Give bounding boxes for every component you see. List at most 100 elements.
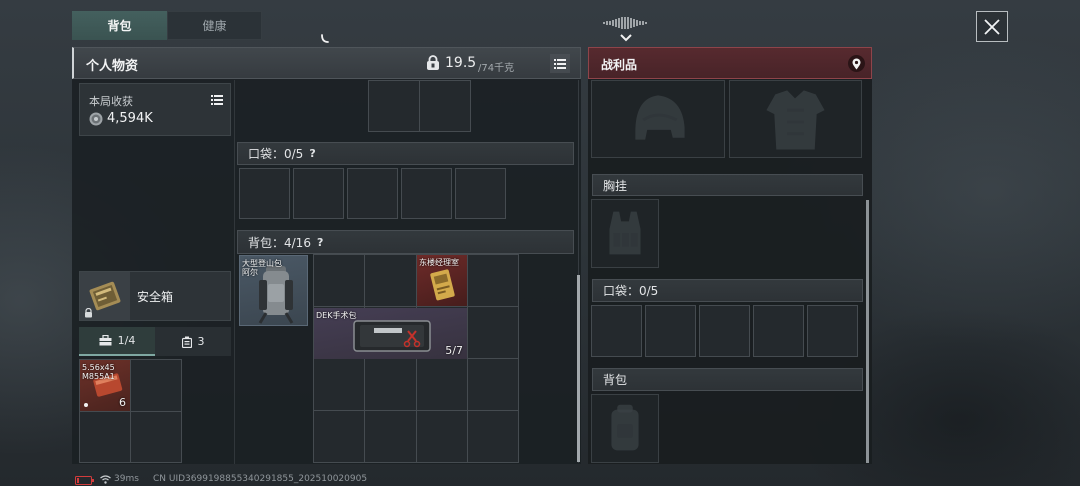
location-pin-icon — [852, 58, 861, 69]
weight-current: 19.5 — [445, 55, 477, 71]
safe-box-thumb — [80, 272, 130, 320]
grid-cell[interactable] — [314, 411, 365, 462]
personal-header: 个人物资 19.5 /74千克 — [72, 47, 581, 79]
loot-backpack-slot[interactable] — [591, 394, 659, 463]
loot-pocket-slot[interactable] — [591, 305, 642, 357]
tab-health-label: 健康 — [202, 19, 227, 33]
help-icon[interactable]: ? — [309, 147, 315, 160]
ping-text: 39ms — [114, 474, 139, 484]
grid-cell[interactable] — [467, 307, 518, 358]
grid-cell[interactable] — [467, 359, 518, 410]
backpack-label: 背包：4/16 — [248, 235, 311, 250]
pocket-slot[interactable] — [401, 168, 452, 219]
grid-cell[interactable] — [314, 255, 365, 306]
ammo-name-line1: 5.56x45 — [82, 363, 115, 372]
loot-pocket-slot[interactable] — [645, 305, 696, 357]
harvest-value: 4,594K — [107, 111, 153, 126]
lock-icon — [85, 308, 92, 318]
backpack-name-line2: 阿尔 — [242, 268, 258, 277]
grid-cell[interactable] — [131, 360, 181, 411]
close-icon — [984, 18, 1000, 35]
harvest-list-button[interactable] — [207, 91, 226, 109]
surgical-kit-count: 5/7 — [445, 344, 463, 357]
chest-rig-header: 胸挂 — [592, 174, 863, 196]
loot-pockets-label: 口袋：0/5 — [603, 284, 659, 298]
surgical-kit-item[interactable]: DEK手术包 5/7 — [314, 308, 467, 359]
vest-grid — [368, 80, 471, 132]
grid-cell[interactable] — [80, 411, 130, 462]
pocket-slot[interactable] — [239, 168, 290, 219]
personal-list-button[interactable] — [550, 54, 570, 73]
weight-max: /74千克 — [478, 63, 515, 74]
loot-backpack-header: 背包 — [592, 368, 863, 391]
safe-box-card[interactable]: 安全箱 — [79, 271, 231, 321]
pocket-slot[interactable] — [455, 168, 506, 219]
list-icon — [554, 58, 566, 69]
loot-pockets-header: 口袋：0/5 — [592, 279, 863, 302]
keycard-item[interactable]: 东楼经理室 — [417, 255, 467, 306]
grid-cell[interactable] — [365, 255, 416, 306]
chest-rig-label: 胸挂 — [603, 178, 628, 193]
tab-health[interactable]: 健康 — [167, 11, 262, 40]
helmet-slot[interactable] — [591, 80, 725, 158]
surgical-kit-name: DEK手术包 — [316, 311, 357, 320]
harvest-card: 本局收获 4,594K — [79, 83, 231, 136]
loot-header: 战利品 — [588, 47, 872, 79]
backpack-header: 背包：4/16 ? — [237, 230, 574, 254]
inventory-scrollbar[interactable] — [577, 275, 580, 462]
grid-cell[interactable] — [365, 359, 416, 410]
wifi-icon — [100, 475, 111, 484]
loot-title: 战利品 — [601, 58, 638, 72]
grid-cell[interactable] — [416, 359, 467, 410]
grid-cell[interactable] — [314, 359, 365, 410]
safe-tab-containers[interactable]: 3 — [155, 327, 231, 356]
ammo-item[interactable]: 5.56x45 M855A1 6 — [80, 360, 130, 411]
loot-pocket-slot[interactable] — [753, 305, 804, 357]
safe-tab-items[interactable]: 1/4 — [79, 327, 155, 356]
backpack-name-line1: 大型登山包 — [242, 259, 282, 268]
loot-location-button[interactable] — [848, 55, 865, 72]
help-icon[interactable]: ? — [317, 236, 323, 249]
column-divider — [234, 80, 235, 464]
safe-box-label: 安全箱 — [137, 290, 174, 304]
harvest-label: 本局收获 — [89, 95, 133, 108]
personal-title: 个人物资 — [86, 59, 139, 74]
ammo-count: 6 — [119, 396, 126, 409]
loot-pocket-slot[interactable] — [699, 305, 750, 357]
helmet-icon — [635, 95, 685, 140]
grid-cell[interactable] — [369, 81, 419, 131]
grid-cell[interactable] — [416, 411, 467, 462]
grid-cell[interactable] — [131, 411, 181, 462]
coin-icon — [89, 112, 103, 126]
grid-cell[interactable] — [420, 81, 470, 131]
new-item-dot — [84, 403, 88, 407]
keycard-name: 东楼经理室 — [419, 258, 459, 267]
grid-cell[interactable] — [467, 411, 518, 462]
loot-scrollbar[interactable] — [866, 200, 869, 463]
safe-tab-items-label: 1/4 — [117, 334, 136, 347]
grid-cell[interactable] — [467, 255, 518, 306]
briefcase-icon — [99, 335, 112, 346]
container-icon — [181, 336, 192, 348]
pocket-slot[interactable] — [293, 168, 344, 219]
ammo-name-line2: M855A1 — [82, 372, 115, 381]
weight-icon — [427, 55, 439, 70]
list-icon — [210, 95, 223, 105]
chest-rig-slot[interactable] — [591, 199, 659, 268]
tab-backpack[interactable]: 背包 — [72, 11, 167, 40]
pockets-label: 口袋：0/5 — [248, 147, 304, 161]
backpack-equipped-item[interactable]: 大型登山包 阿尔 — [239, 255, 308, 326]
armor-slot[interactable] — [729, 80, 862, 158]
grid-cell[interactable] — [365, 411, 416, 462]
chevron-down-icon[interactable] — [619, 34, 633, 42]
backpack-icon — [611, 404, 639, 451]
loot-pocket-slot[interactable] — [807, 305, 858, 357]
battery-icon — [75, 476, 94, 485]
hook-icon — [321, 34, 329, 43]
close-button[interactable] — [976, 11, 1008, 42]
tab-backpack-label: 背包 — [107, 19, 132, 33]
pocket-slot[interactable] — [347, 168, 398, 219]
chest-rig-icon — [609, 211, 641, 255]
signal-icon[interactable] — [602, 16, 650, 30]
loot-backpack-label: 背包 — [603, 373, 628, 387]
